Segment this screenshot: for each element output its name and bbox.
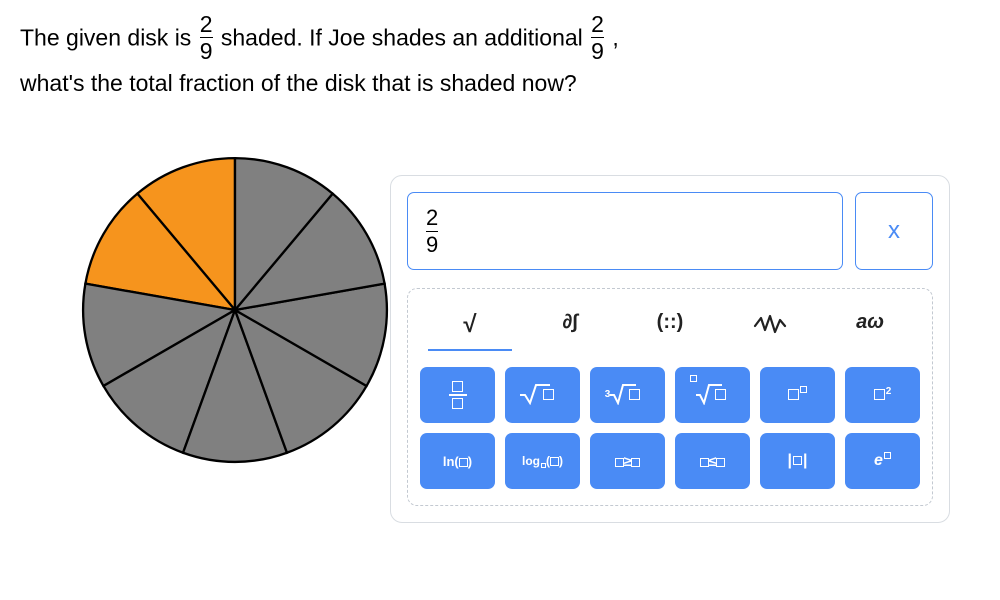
ln-label: ln() [443,454,472,469]
wiggle-icon [753,312,787,334]
keypad-tabs: √ ∂∫ (::) aω [420,303,920,351]
key-exp[interactable]: e [845,433,920,489]
math-keypad: √ ∂∫ (::) aω [407,288,933,506]
key-squared[interactable]: 2 [845,367,920,423]
q-part3: , [612,25,618,51]
input-panel: 2 9 x √ ∂∫ (::) aω [390,175,950,523]
nthroot-icon [686,381,740,410]
answer-input[interactable]: 2 9 [407,192,843,270]
lte-label: ≤ [700,453,726,469]
x-variable-button[interactable]: x [855,192,933,270]
key-power[interactable] [760,367,835,423]
tab-roots[interactable]: √ [420,303,520,351]
tab-greek[interactable]: aω [820,303,920,351]
squared-icon: 2 [874,386,892,404]
q-fraction-1: 2 9 [200,12,213,63]
key-cbrt[interactable]: 3 [590,367,665,423]
power-icon [788,386,807,404]
q-fraction-2: 2 9 [591,12,604,63]
log-label: log() [522,454,563,468]
question-text: The given disk is 2 9 shaded. If Joe sha… [0,0,1000,102]
key-ln[interactable]: ln() [420,433,495,489]
key-fraction[interactable] [420,367,495,423]
answer-fraction: 2 9 [426,206,438,255]
cbrt-icon: 3 [602,381,653,410]
sqrt-icon [518,381,567,410]
tab-stats[interactable] [720,303,820,351]
tab-matrix[interactable]: (::) [620,303,720,351]
key-lte[interactable]: ≤ [675,433,750,489]
q-part1: The given disk is [20,25,191,51]
q-line2: what's the total fraction of the disk th… [20,70,577,96]
tab-calculus[interactable]: ∂∫ [520,303,620,351]
abs-label: || [788,452,808,470]
q-part2: shaded. If Joe shades an additional [221,25,583,51]
fraction-icon [449,381,467,409]
key-grid: 3 2 [420,367,920,489]
key-sqrt[interactable] [505,367,580,423]
key-nthroot[interactable] [675,367,750,423]
pie-disk [80,155,390,465]
key-abs[interactable]: || [760,433,835,489]
key-log[interactable]: log() [505,433,580,489]
gte-label: ≥ [615,453,641,469]
exp-label: e [874,452,891,470]
key-gte[interactable]: ≥ [590,433,665,489]
